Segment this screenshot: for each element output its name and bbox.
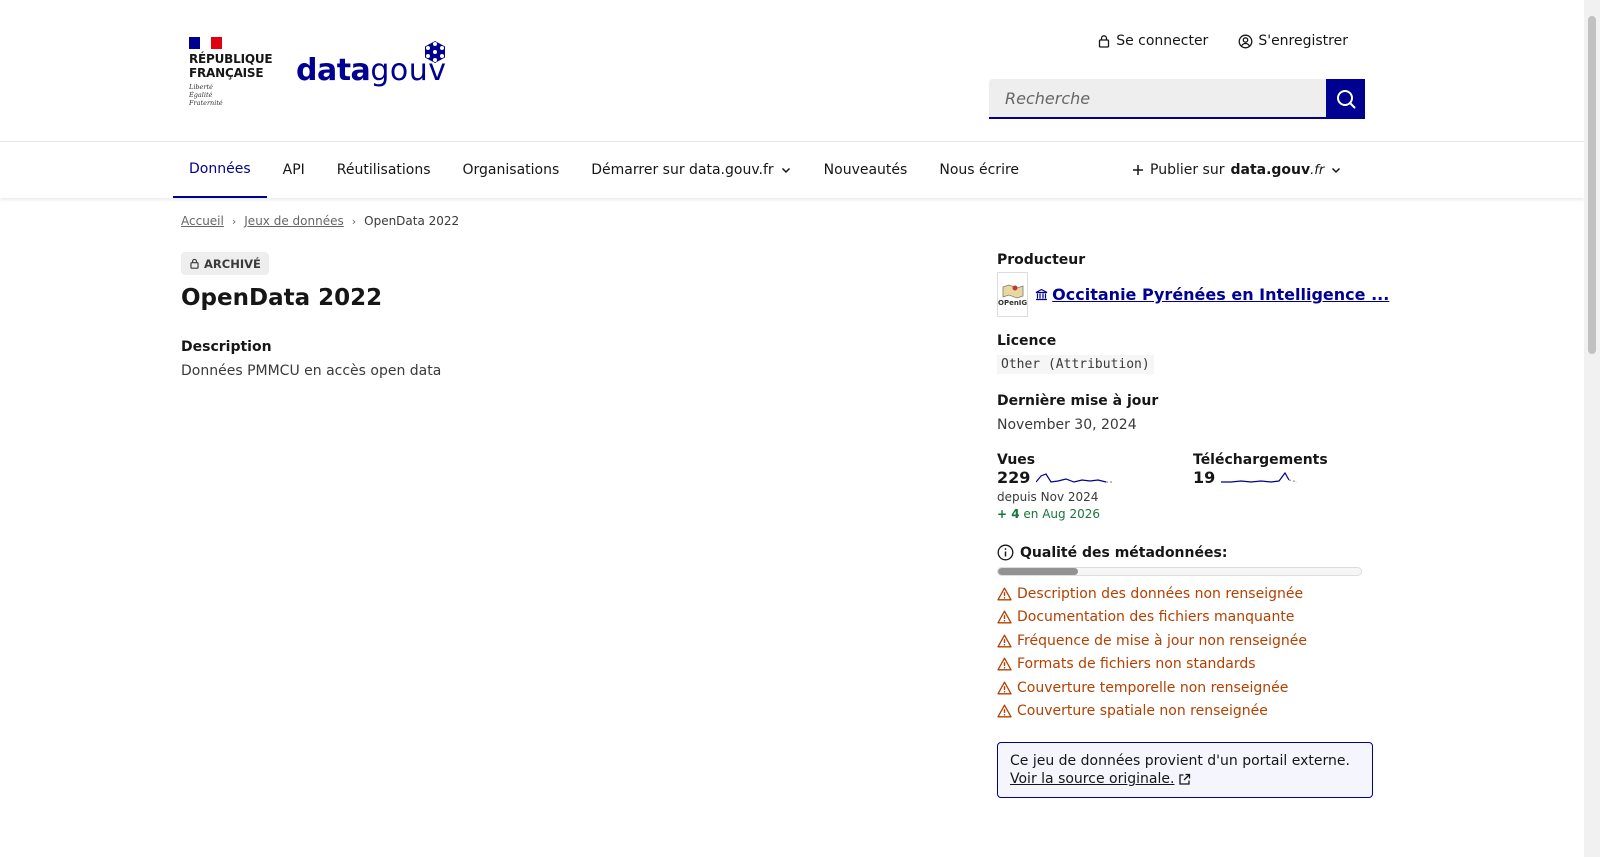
quality-warning-item: Fréquence de mise à jour non renseignée bbox=[997, 629, 1307, 653]
breadcrumb-current: OpenData 2022 bbox=[364, 214, 460, 228]
quality-warnings: Description des données non renseignée Do… bbox=[997, 582, 1307, 723]
warning-icon bbox=[997, 610, 1012, 624]
external-source-notice: Ce jeu de données provient d'un portail … bbox=[997, 742, 1373, 798]
external-link-icon bbox=[1179, 773, 1191, 785]
updated-label: Dernière mise à jour bbox=[997, 393, 1159, 409]
quality-warning-item: Formats de fichiers non standards bbox=[997, 653, 1307, 677]
page-title: OpenData 2022 bbox=[181, 285, 383, 311]
license-label: Licence bbox=[997, 333, 1057, 349]
downloads-count: 19 bbox=[1193, 468, 1216, 487]
views-sparkline bbox=[1036, 472, 1115, 483]
warning-icon bbox=[997, 657, 1012, 671]
downloads-stat: Téléchargements 19 bbox=[1193, 452, 1328, 487]
login-link[interactable]: Se connecter bbox=[1097, 33, 1208, 49]
user-circle-icon bbox=[1238, 34, 1253, 48]
views-since: depuis Nov 2024 bbox=[997, 490, 1099, 504]
map-icon bbox=[1002, 284, 1023, 298]
plus-icon bbox=[1133, 165, 1143, 175]
quality-warning-item: Couverture temporelle non renseignée bbox=[997, 676, 1307, 700]
nav-item-api[interactable]: API bbox=[267, 142, 321, 198]
warning-icon bbox=[997, 704, 1012, 718]
chevron-down-icon bbox=[781, 167, 790, 174]
nav-item-nouveautes[interactable]: Nouveautés bbox=[808, 142, 924, 198]
license-value: Other (Attribution) bbox=[997, 355, 1154, 374]
french-flag-icon bbox=[189, 37, 222, 49]
site-header: RÉPUBLIQUE FRANÇAISE Liberté Égalité Fra… bbox=[0, 0, 1584, 142]
nav-item-donnees[interactable]: Données bbox=[173, 142, 267, 198]
quality-progress-bar bbox=[997, 567, 1362, 576]
breadcrumb-home[interactable]: Accueil bbox=[181, 214, 224, 228]
chevron-right-icon: › bbox=[351, 214, 357, 228]
original-source-link[interactable]: Voir la source originale. bbox=[1010, 771, 1191, 787]
warning-icon bbox=[997, 681, 1012, 695]
breadcrumb: Accueil › Jeux de données › OpenData 202… bbox=[181, 214, 459, 228]
gov-label: RÉPUBLIQUE FRANÇAISE bbox=[189, 52, 273, 80]
cube-icon bbox=[425, 41, 445, 63]
nav-item-demarrer[interactable]: Démarrer sur data.gouv.fr bbox=[575, 142, 807, 198]
chevron-right-icon: › bbox=[231, 214, 237, 228]
lock-icon bbox=[190, 258, 199, 269]
republique-francaise-logo[interactable]: RÉPUBLIQUE FRANÇAISE Liberté Égalité Fra… bbox=[189, 37, 273, 107]
search-input[interactable] bbox=[989, 79, 1326, 119]
breadcrumb-datasets[interactable]: Jeux de données bbox=[244, 214, 343, 228]
quality-progress-fill bbox=[998, 568, 1078, 575]
publish-menu-button[interactable]: Publier sur data.gouv.fr bbox=[1132, 142, 1342, 198]
institution-icon bbox=[1035, 288, 1048, 301]
description-text: Données PMMCU en accès open data bbox=[181, 363, 442, 379]
header-tools: Se connecter S'enregistrer bbox=[1097, 33, 1348, 49]
stats: Vues 229 depuis Nov 2024 + 4 en Aug 2026… bbox=[997, 452, 1389, 521]
producer-label: Producteur bbox=[997, 252, 1086, 268]
downloads-sparkline bbox=[1221, 471, 1298, 483]
description-label: Description bbox=[181, 339, 272, 355]
nav-item-reutilisations[interactable]: Réutilisations bbox=[321, 142, 447, 198]
datagouv-logo[interactable]: data gouv bbox=[296, 38, 446, 88]
info-icon bbox=[997, 544, 1014, 561]
nav-item-organisations[interactable]: Organisations bbox=[447, 142, 576, 198]
devise: Liberté Égalité Fraternité bbox=[189, 83, 223, 107]
archived-badge: ARCHIVÉ bbox=[181, 252, 269, 275]
search-button[interactable] bbox=[1326, 79, 1365, 119]
producer-row: OPenIG Occitanie Pyrénées en Intelligenc… bbox=[997, 272, 1389, 317]
quality-warning-item: Couverture spatiale non renseignée bbox=[997, 700, 1307, 724]
producer-logo[interactable]: OPenIG bbox=[997, 272, 1029, 317]
main-nav: Données API Réutilisations Organisations… bbox=[0, 142, 1584, 198]
views-count: 229 bbox=[997, 468, 1031, 487]
nav-item-nous-ecrire[interactable]: Nous écrire bbox=[923, 142, 1035, 198]
quality-warning-item: Documentation des fichiers manquante bbox=[997, 606, 1307, 630]
views-stat: Vues 229 depuis Nov 2024 + 4 en Aug 2026 bbox=[997, 452, 1193, 521]
producer-link[interactable]: Occitanie Pyrénées en Intelligence ... bbox=[1035, 285, 1389, 304]
register-link[interactable]: S'enregistrer bbox=[1238, 33, 1348, 49]
quality-warning-item: Description des données non renseignée bbox=[997, 582, 1307, 606]
lock-icon bbox=[1099, 35, 1110, 48]
search-icon bbox=[1336, 90, 1355, 109]
chevron-down-icon bbox=[1332, 167, 1341, 174]
views-delta: + 4 en Aug 2026 bbox=[997, 507, 1101, 521]
quality-title: Qualité des métadonnées: bbox=[997, 544, 1227, 561]
updated-value: November 30, 2024 bbox=[997, 417, 1137, 433]
warning-icon bbox=[997, 634, 1012, 648]
brand-bold: data bbox=[296, 53, 371, 88]
page-scrollbar[interactable] bbox=[1584, 0, 1600, 857]
scrollbar-thumb[interactable] bbox=[1588, 16, 1596, 354]
warning-icon bbox=[997, 587, 1012, 601]
search-bar bbox=[989, 79, 1365, 119]
